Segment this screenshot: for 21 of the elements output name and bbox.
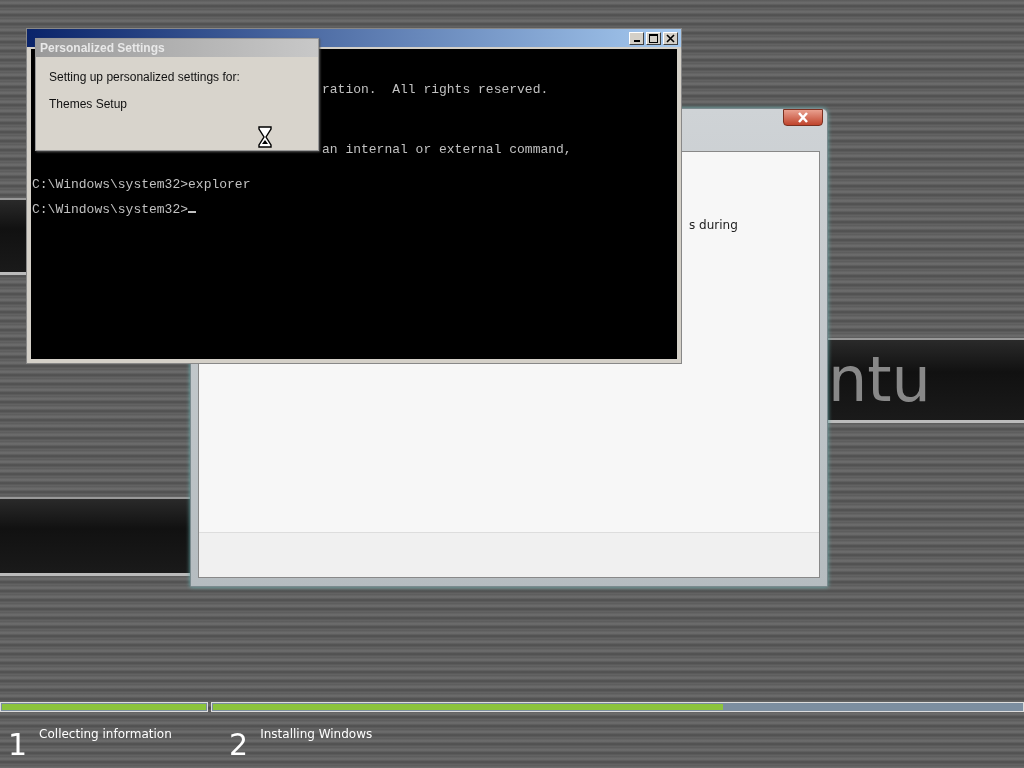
- minimize-button[interactable]: [629, 31, 644, 45]
- hourglass-icon: [258, 126, 272, 148]
- console-line: C:\Windows\system32>explorer: [32, 178, 251, 192]
- wallpaper-logo-text: ntu: [828, 349, 931, 411]
- step-label: Installing Windows: [260, 727, 374, 741]
- console-line: C:\Windows\system32>: [32, 203, 197, 217]
- console-line: an internal or external command,: [322, 143, 572, 157]
- maximize-button[interactable]: [646, 31, 661, 45]
- dialog-title: Personalized Settings: [36, 39, 318, 57]
- console-line: ration. All rights reserved.: [322, 83, 549, 97]
- step-number: 2: [229, 730, 249, 760]
- step-number: 1: [8, 730, 28, 760]
- step-label: Collecting information: [39, 727, 173, 741]
- close-icon: [666, 33, 675, 43]
- close-icon: [797, 112, 809, 123]
- dialog-item: Themes Setup: [49, 97, 129, 111]
- maximize-icon: [649, 33, 658, 43]
- setup-text: s during: [689, 218, 738, 232]
- dialog-message: Setting up personalized settings for:: [49, 70, 241, 84]
- minimize-icon: [633, 40, 640, 42]
- close-button[interactable]: [783, 109, 823, 126]
